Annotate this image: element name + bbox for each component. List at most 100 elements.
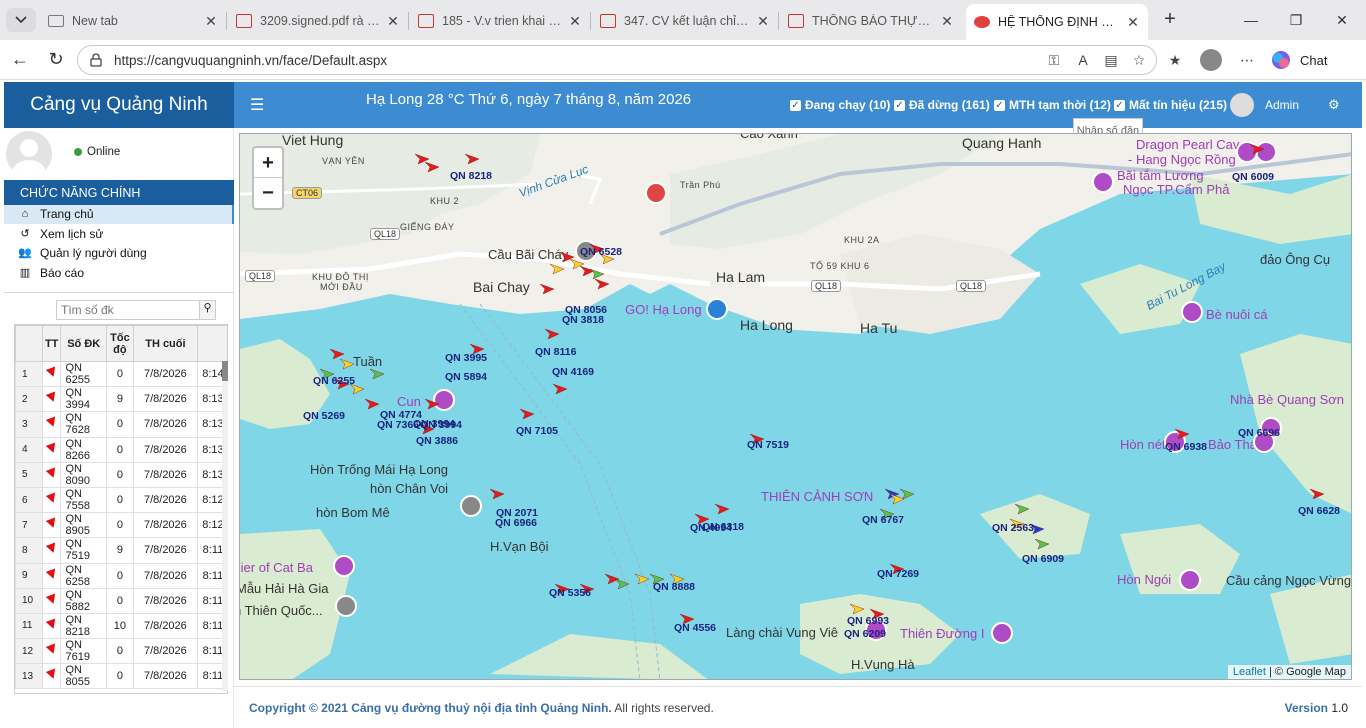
vessel-marker-icon[interactable] — [369, 368, 385, 380]
read-aloud-icon[interactable]: A — [1074, 52, 1092, 70]
profile-avatar[interactable] — [1200, 49, 1222, 71]
close-tab-icon[interactable]: ✕ — [1126, 14, 1140, 31]
vessel-marker-icon[interactable] — [464, 153, 480, 165]
row-reg-number[interactable]: QN 3994 — [60, 386, 107, 413]
table-row[interactable]: 12 QN 7619 0 7/8/2026 8:11 — [15, 638, 227, 665]
col-header-sodk[interactable]: Số ĐK — [60, 325, 107, 362]
vessel-label[interactable]: QN 4556 — [674, 622, 716, 634]
vessel-marker-icon[interactable] — [544, 328, 560, 340]
vessel-marker-icon[interactable] — [339, 358, 355, 370]
close-tab-icon[interactable]: ✕ — [756, 13, 770, 30]
vessel-marker-icon[interactable] — [329, 348, 345, 360]
vessel-marker-icon[interactable] — [519, 408, 535, 420]
sidebar-item[interactable]: ⌂ Trang chủ — [4, 205, 234, 224]
vessel-label[interactable]: QN 6318 — [702, 521, 744, 533]
browser-tab[interactable]: 185 - V.v trien khai thuc ✕ — [410, 6, 590, 36]
checkbox-icon[interactable]: ✓ — [894, 99, 905, 111]
checkbox-icon[interactable]: ✓ — [994, 99, 1005, 111]
url-field[interactable]: https://cangvuquangninh.vn/face/Default.… — [77, 45, 1157, 75]
vessel-marker-icon[interactable] — [424, 161, 440, 173]
vessel-marker-icon[interactable] — [899, 488, 915, 500]
vessel-label[interactable]: QN 3886 — [416, 435, 458, 447]
row-reg-number[interactable]: QN 7628 — [60, 411, 107, 438]
more-menu-icon[interactable]: ⋯ — [1238, 52, 1256, 70]
row-reg-number[interactable]: QN 7558 — [60, 486, 107, 514]
vessel-marker-icon[interactable] — [634, 573, 650, 585]
vessel-marker-icon[interactable] — [424, 398, 440, 410]
table-row[interactable]: 13 QN 8055 0 7/8/2026 8:11 — [15, 663, 227, 690]
close-tab-icon[interactable]: ✕ — [204, 13, 218, 30]
vessel-label[interactable]: QN 6966 — [495, 517, 537, 529]
vessel-label[interactable]: QN 6767 — [862, 514, 904, 526]
vessel-label[interactable]: QN 6628 — [1298, 505, 1340, 517]
table-row[interactable]: 9 QN 6258 0 7/8/2026 8:11 — [15, 562, 227, 589]
table-row[interactable]: 8 QN 7519 9 7/8/2026 8:11 — [15, 537, 227, 564]
vessel-label[interactable]: QN 7269 — [877, 568, 919, 580]
vessel-marker-icon[interactable] — [1309, 488, 1325, 500]
vessel-marker-icon[interactable] — [889, 493, 905, 505]
vessel-label[interactable]: QN 3995 — [445, 352, 487, 364]
filter-checkbox[interactable]: ✓ Đang chạy (10) — [790, 98, 890, 112]
vessel-marker-icon[interactable] — [604, 573, 620, 585]
vessel-marker-icon[interactable] — [589, 268, 605, 280]
vessel-label[interactable]: QN 5894 — [445, 371, 487, 383]
checkbox-icon[interactable]: ✓ — [1114, 99, 1125, 111]
reader-icon[interactable]: ▤ — [1102, 52, 1120, 70]
vessel-label[interactable]: QN 8888 — [653, 581, 695, 593]
vessel-label[interactable]: QN 6909 — [1022, 553, 1064, 565]
browser-tab[interactable]: New tab ✕ — [40, 6, 226, 36]
browser-tab[interactable]: 347. CV kết luận chỉ đạo ✕ — [592, 6, 778, 36]
vessel-label[interactable]: QN 6528 — [580, 246, 622, 258]
vessel-marker-icon[interactable] — [1034, 538, 1050, 550]
map-view[interactable]: + − Viet Hung VẠN YÊN KHU 2 GIẾNG ĐÁY KHU ĐÔ… — [239, 133, 1352, 680]
browser-tab[interactable]: HỆ THỐNG ĐỊNH VỊ GPS ✕ — [966, 4, 1148, 40]
vessel-label[interactable]: QN 6696 — [1238, 427, 1280, 439]
vessel-label[interactable]: QN 3818 — [562, 314, 604, 326]
vessel-label[interactable]: QN 2563 — [992, 522, 1034, 534]
key-icon[interactable]: ⚿ — [1045, 52, 1063, 70]
menu-toggle-icon[interactable]: ☰ — [250, 95, 264, 115]
vessel-label[interactable]: QN 7105 — [516, 425, 558, 437]
close-window-button[interactable]: ✕ — [1327, 8, 1357, 32]
row-reg-number[interactable]: QN 8266 — [60, 436, 107, 463]
site-info-icon[interactable] — [88, 52, 104, 68]
tab-dropdown-button[interactable] — [6, 8, 36, 32]
sidebar-item[interactable]: ▥ Báo cáo — [4, 264, 234, 283]
search-icon[interactable]: ⚲ — [199, 301, 215, 319]
settings-cogs-icon[interactable]: ⚙ — [1328, 97, 1340, 113]
col-header-tocdo[interactable]: Tốc độ — [105, 325, 134, 362]
row-reg-number[interactable]: QN 6255 — [60, 360, 107, 388]
vessel-marker-icon[interactable] — [1014, 503, 1030, 515]
table-row[interactable]: 1 QN 6255 0 7/8/2026 8:14 — [15, 360, 227, 388]
row-reg-number[interactable]: QN 7519 — [60, 537, 107, 564]
close-tab-icon[interactable]: ✕ — [568, 13, 582, 30]
table-row[interactable]: 6 QN 7558 0 7/8/2026 8:12 — [15, 486, 227, 514]
vessel-marker-icon[interactable] — [364, 398, 380, 410]
vessel-marker-icon[interactable] — [489, 488, 505, 500]
favorite-star-icon[interactable]: ☆ — [1130, 52, 1148, 70]
vessel-label[interactable]: QN 6009 — [1232, 171, 1274, 183]
browser-tab[interactable]: THÔNG BÁO THỰC TẬP ✕ — [780, 6, 962, 36]
row-reg-number[interactable]: QN 8055 — [60, 663, 107, 690]
row-reg-number[interactable]: QN 8090 — [60, 461, 107, 488]
new-tab-button[interactable]: + — [1158, 8, 1182, 32]
vessel-marker-icon[interactable] — [552, 383, 568, 395]
vessel-search-input[interactable] — [57, 301, 199, 319]
vessel-marker-icon[interactable] — [1249, 143, 1265, 155]
table-row[interactable]: 7 QN 8905 0 7/8/2026 8:12 — [15, 512, 227, 539]
table-row[interactable]: 3 QN 7628 0 7/8/2026 8:13 — [15, 411, 227, 438]
row-reg-number[interactable]: QN 5882 — [60, 587, 107, 614]
vessel-marker-icon[interactable] — [1174, 428, 1190, 440]
favorites-icon[interactable]: ★ — [1166, 52, 1184, 70]
col-header-thcuoi[interactable]: TH cuối — [132, 325, 198, 362]
vessel-label[interactable]: QN 6255 — [313, 375, 355, 387]
row-reg-number[interactable]: QN 8905 — [60, 512, 107, 539]
filter-checkbox[interactable]: ✓ MTH tạm thời (12) — [994, 98, 1111, 112]
vessel-label[interactable]: QN 6938 — [1165, 441, 1207, 453]
vessel-marker-icon[interactable] — [714, 503, 730, 515]
table-row[interactable]: 5 QN 8090 0 7/8/2026 8:13 — [15, 461, 227, 488]
vessel-marker-icon[interactable] — [614, 578, 630, 590]
filter-checkbox[interactable]: ✓ Đã dừng (161) — [894, 98, 990, 112]
vessel-label[interactable]: QN 3994 — [413, 418, 455, 430]
scrollbar-thumb[interactable] — [222, 361, 228, 381]
